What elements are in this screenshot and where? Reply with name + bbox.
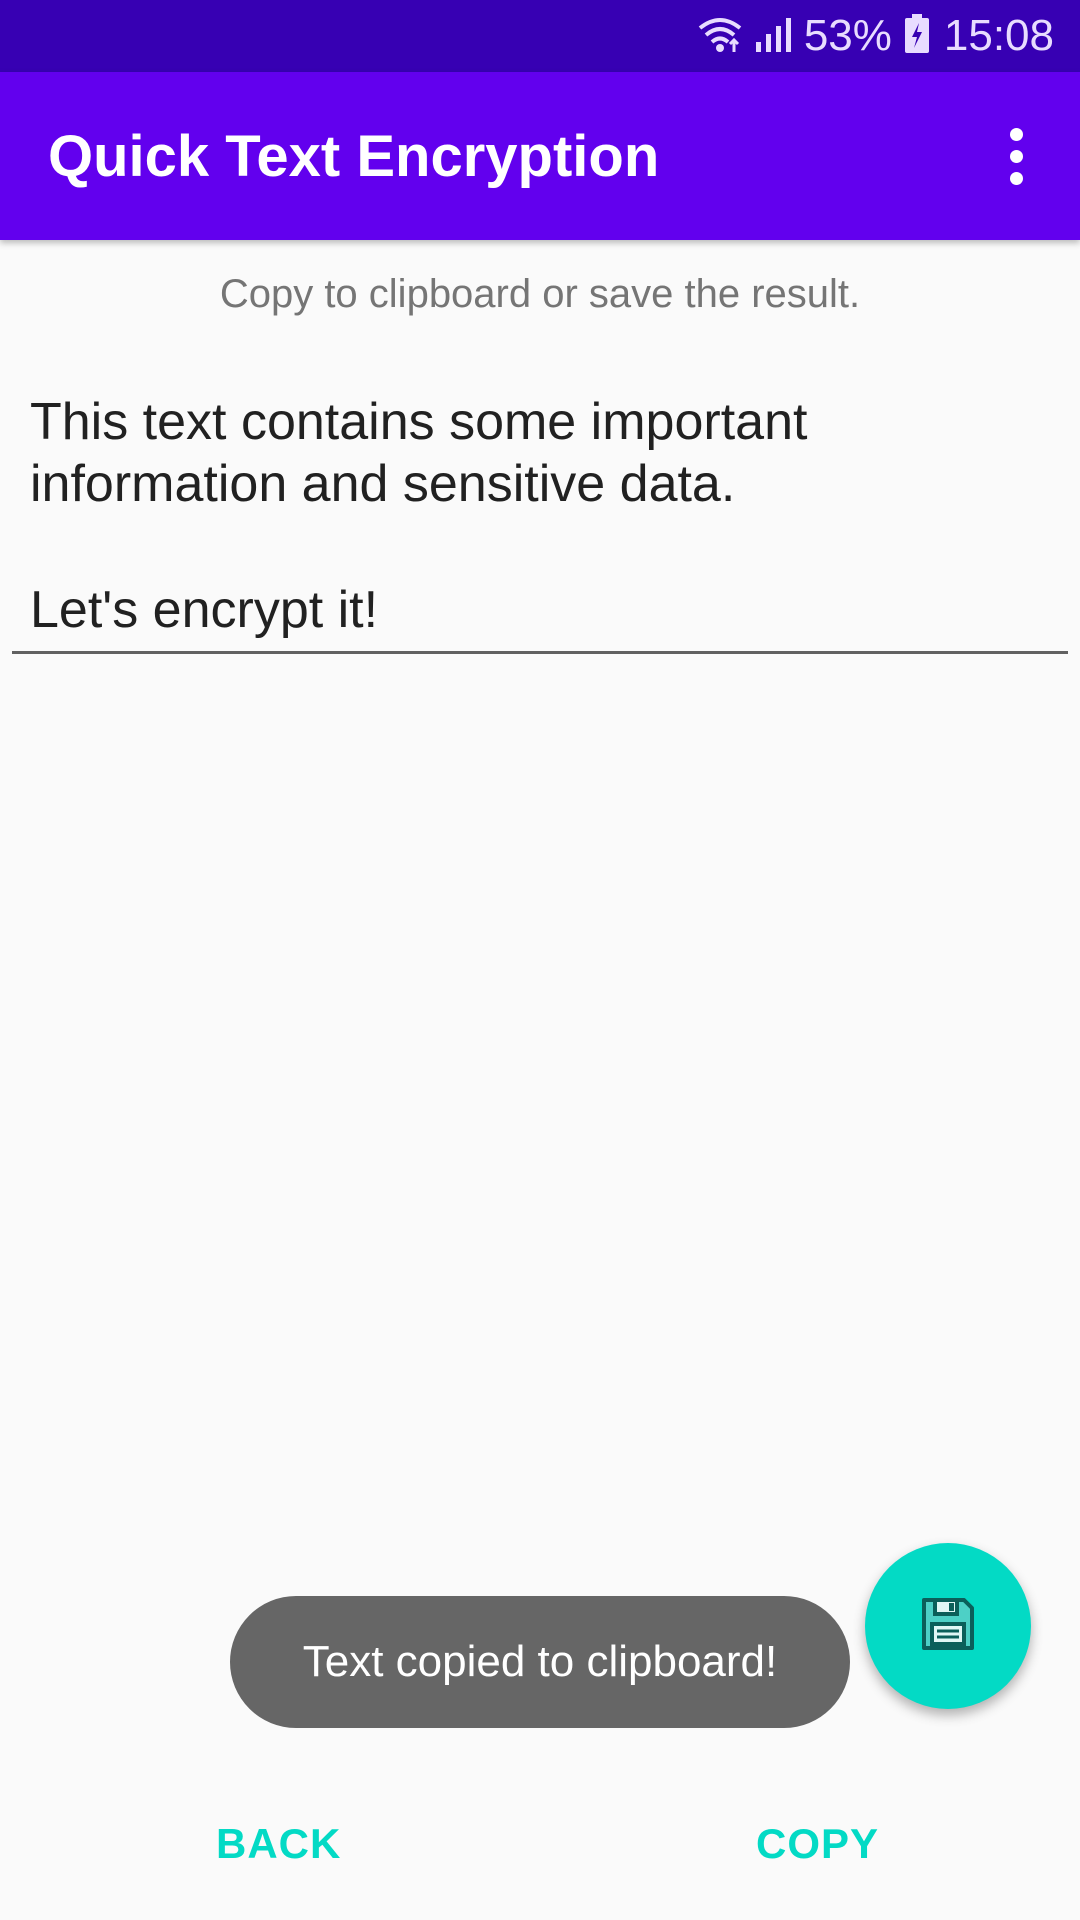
wifi-icon xyxy=(696,14,744,59)
overflow-dot xyxy=(1009,171,1023,185)
signal-icon xyxy=(754,14,794,59)
overflow-dot xyxy=(1009,149,1023,163)
overflow-menu-icon xyxy=(1009,127,1023,141)
battery-icon xyxy=(904,13,930,59)
instruction-text: Copy to clipboard or save the result. xyxy=(219,272,861,316)
save-fab-button[interactable] xyxy=(865,1543,1031,1709)
result-text-line: information and sensitive data. xyxy=(30,455,736,513)
toast: Text copied to clipboard! xyxy=(230,1596,850,1728)
app-bar: Quick Text Encryption xyxy=(0,72,1080,240)
status-icons xyxy=(696,14,794,59)
save-icon xyxy=(918,1594,978,1659)
status-bar: 53% 15:08 xyxy=(0,0,1080,72)
result-text-line: Let's encrypt it! xyxy=(30,581,379,639)
screen: 53% 15:08 Quick Text Encryption Copy to … xyxy=(0,0,1080,1920)
result-text-line: This text contains some important xyxy=(30,393,808,451)
back-button[interactable]: BACK xyxy=(216,1820,341,1868)
overflow-menu-button[interactable] xyxy=(976,108,1056,204)
battery-percent: 53% xyxy=(803,11,892,60)
toast-message: Text copied to clipboard! xyxy=(302,1637,778,1686)
clock: 15:08 xyxy=(943,11,1054,60)
result-text-field[interactable]: This text contains some important inform… xyxy=(12,390,1068,654)
copy-button[interactable]: COPY xyxy=(756,1820,879,1868)
app-title: Quick Text Encryption xyxy=(48,123,660,189)
